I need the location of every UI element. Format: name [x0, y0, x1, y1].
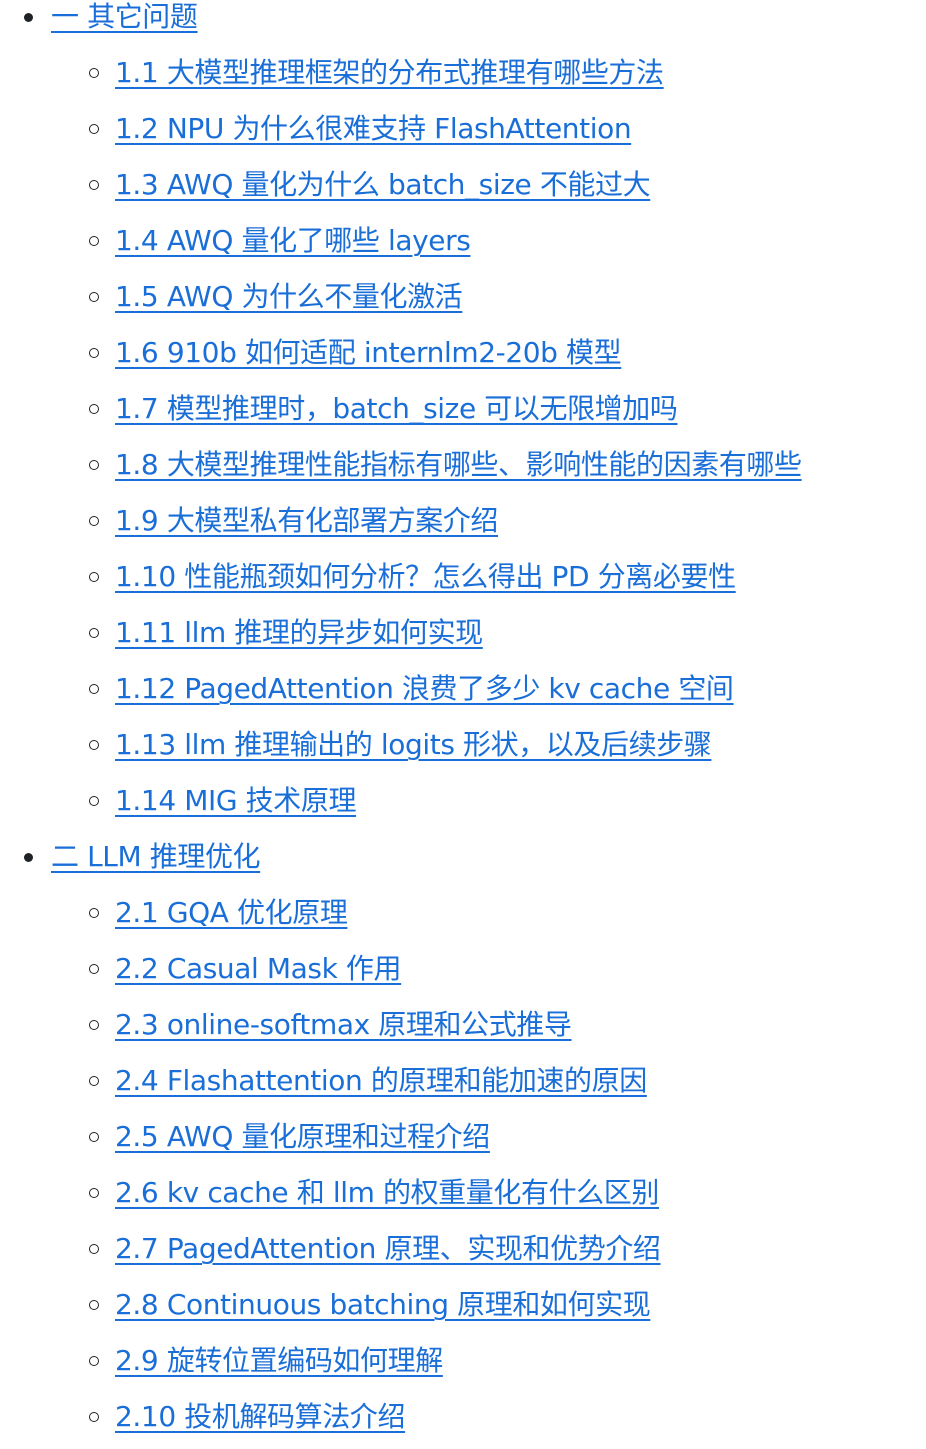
list-item: 1.5 AWQ 为什么不量化激活: [89, 269, 926, 325]
subsection-link[interactable]: 1.8 大模型推理性能指标有哪些、影响性能的因素有哪些: [115, 448, 802, 481]
section-link[interactable]: 二 LLM 推理优化: [51, 840, 261, 873]
circle-bullet-icon: [89, 516, 99, 526]
subsection-link[interactable]: 2.5 AWQ 量化原理和过程介绍: [115, 1120, 490, 1153]
subsection-link[interactable]: 1.2 NPU 为什么很难支持 FlashAttention: [115, 112, 632, 145]
subsection-link[interactable]: 1.5 AWQ 为什么不量化激活: [115, 280, 463, 313]
list-item: 1.7 模型推理时，batch_size 可以无限增加吗: [89, 381, 926, 437]
subsection-link[interactable]: 1.1 大模型推理框架的分布式推理有哪些方法: [115, 56, 664, 89]
subsection-link[interactable]: 1.6 910b 如何适配 internlm2-20b 模型: [115, 336, 622, 369]
circle-bullet-icon: [89, 68, 99, 78]
circle-bullet-icon: [89, 1244, 99, 1254]
list-item: 1.14 MIG 技术原理: [89, 773, 926, 829]
circle-bullet-icon: [89, 796, 99, 806]
subsection-link[interactable]: 1.12 PagedAttention 浪费了多少 kv cache 空间: [115, 672, 734, 705]
list-item: 2.2 Casual Mask 作用: [89, 941, 926, 997]
subsection-list: 1.1 大模型推理框架的分布式推理有哪些方法 1.2 NPU 为什么很难支持 F…: [51, 45, 926, 829]
subsection-link[interactable]: 2.10 投机解码算法介绍: [115, 1400, 405, 1433]
circle-bullet-icon: [89, 740, 99, 750]
list-item: 1.8 大模型推理性能指标有哪些、影响性能的因素有哪些: [89, 437, 926, 493]
subsection-link[interactable]: 1.13 llm 推理输出的 logits 形状，以及后续步骤: [115, 728, 712, 761]
list-item: 2.4 Flashattention 的原理和能加速的原因: [89, 1053, 926, 1109]
list-item: 1.4 AWQ 量化了哪些 layers: [89, 213, 926, 269]
subsection-link[interactable]: 2.4 Flashattention 的原理和能加速的原因: [115, 1064, 647, 1097]
toc-section: 一 其它问题 1.1 大模型推理框架的分布式推理有哪些方法 1.2 NPU 为什…: [0, 0, 926, 829]
subsection-link[interactable]: 1.10 性能瓶颈如何分析？怎么得出 PD 分离必要性: [115, 560, 736, 593]
subsection-link[interactable]: 1.11 llm 推理的异步如何实现: [115, 616, 483, 649]
subsection-link[interactable]: 2.1 GQA 优化原理: [115, 896, 348, 929]
circle-bullet-icon: [89, 1300, 99, 1310]
circle-bullet-icon: [89, 628, 99, 638]
circle-bullet-icon: [89, 124, 99, 134]
subsection-link[interactable]: 1.7 模型推理时，batch_size 可以无限增加吗: [115, 392, 678, 425]
subsection-link[interactable]: 2.6 kv cache 和 llm 的权重量化有什么区别: [115, 1176, 659, 1209]
list-item: 2.5 AWQ 量化原理和过程介绍: [89, 1109, 926, 1165]
circle-bullet-icon: [89, 1132, 99, 1142]
disc-bullet-icon: [24, 13, 33, 22]
list-item: 1.13 llm 推理输出的 logits 形状，以及后续步骤: [89, 717, 926, 773]
list-item: 1.10 性能瓶颈如何分析？怎么得出 PD 分离必要性: [89, 549, 926, 605]
subsection-link[interactable]: 2.2 Casual Mask 作用: [115, 952, 402, 985]
list-item: 2.3 online-softmax 原理和公式推导: [89, 997, 926, 1053]
subsection-link[interactable]: 1.4 AWQ 量化了哪些 layers: [115, 224, 471, 257]
circle-bullet-icon: [89, 1076, 99, 1086]
section-link[interactable]: 一 其它问题: [51, 0, 198, 33]
list-item: 1.6 910b 如何适配 internlm2-20b 模型: [89, 325, 926, 381]
list-item: 2.1 GQA 优化原理: [89, 885, 926, 941]
circle-bullet-icon: [89, 1356, 99, 1366]
subsection-link[interactable]: 1.14 MIG 技术原理: [115, 784, 356, 817]
list-item: 1.11 llm 推理的异步如何实现: [89, 605, 926, 661]
circle-bullet-icon: [89, 460, 99, 470]
circle-bullet-icon: [89, 236, 99, 246]
list-item: 2.6 kv cache 和 llm 的权重量化有什么区别: [89, 1165, 926, 1221]
list-item: 2.9 旋转位置编码如何理解: [89, 1333, 926, 1389]
circle-bullet-icon: [89, 404, 99, 414]
circle-bullet-icon: [89, 908, 99, 918]
disc-bullet-icon: [24, 853, 33, 862]
circle-bullet-icon: [89, 292, 99, 302]
subsection-link[interactable]: 2.9 旋转位置编码如何理解: [115, 1344, 443, 1377]
circle-bullet-icon: [89, 964, 99, 974]
circle-bullet-icon: [89, 684, 99, 694]
list-item: 1.1 大模型推理框架的分布式推理有哪些方法: [89, 45, 926, 101]
circle-bullet-icon: [89, 180, 99, 190]
list-item: 1.9 大模型私有化部署方案介绍: [89, 493, 926, 549]
list-item: 1.3 AWQ 量化为什么 batch_size 不能过大: [89, 157, 926, 213]
subsection-link[interactable]: 1.9 大模型私有化部署方案介绍: [115, 504, 498, 537]
list-item: 2.7 PagedAttention 原理、实现和优势介绍: [89, 1221, 926, 1277]
subsection-link[interactable]: 1.3 AWQ 量化为什么 batch_size 不能过大: [115, 168, 651, 201]
circle-bullet-icon: [89, 572, 99, 582]
table-of-contents: 一 其它问题 1.1 大模型推理框架的分布式推理有哪些方法 1.2 NPU 为什…: [0, 0, 926, 1445]
circle-bullet-icon: [89, 1188, 99, 1198]
list-item: 1.12 PagedAttention 浪费了多少 kv cache 空间: [89, 661, 926, 717]
list-item: 2.10 投机解码算法介绍: [89, 1389, 926, 1445]
toc-section: 二 LLM 推理优化 2.1 GQA 优化原理 2.2 Casual Mask …: [0, 829, 926, 1445]
list-item: 1.2 NPU 为什么很难支持 FlashAttention: [89, 101, 926, 157]
circle-bullet-icon: [89, 1412, 99, 1422]
toc-section-row: 二 LLM 推理优化: [24, 829, 926, 885]
subsection-list: 2.1 GQA 优化原理 2.2 Casual Mask 作用 2.3 onli…: [51, 885, 926, 1445]
subsection-link[interactable]: 2.8 Continuous batching 原理和如何实现: [115, 1288, 651, 1321]
circle-bullet-icon: [89, 348, 99, 358]
subsection-link[interactable]: 2.3 online-softmax 原理和公式推导: [115, 1008, 572, 1041]
subsection-link[interactable]: 2.7 PagedAttention 原理、实现和优势介绍: [115, 1232, 661, 1265]
circle-bullet-icon: [89, 1020, 99, 1030]
toc-section-row: 一 其它问题: [24, 0, 926, 45]
list-item: 2.8 Continuous batching 原理和如何实现: [89, 1277, 926, 1333]
